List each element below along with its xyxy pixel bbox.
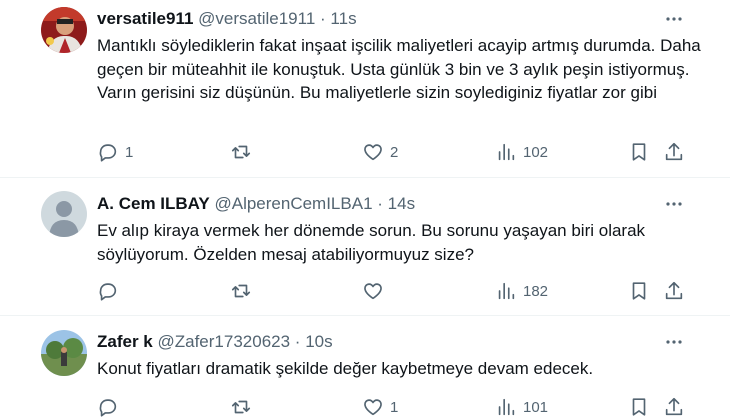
view-count: 101 [523, 398, 549, 416]
reply-tweet[interactable]: Zafer k @Zafer17320623 · 10s Konut fiyat… [0, 316, 730, 420]
share-icon [665, 142, 683, 161]
display-name[interactable]: versatile911 [97, 9, 193, 28]
bookmark-icon [632, 398, 646, 416]
view-count: 102 [523, 143, 549, 161]
user-handle[interactable]: @AlperenCemILBA1 [214, 194, 372, 213]
like-button[interactable]: 2 [362, 140, 398, 164]
reply-button[interactable] [97, 395, 125, 419]
bookmark-button[interactable] [628, 279, 650, 303]
heart-icon [364, 399, 382, 416]
more-options-icon[interactable] [664, 332, 684, 352]
bookmark-button[interactable] [628, 140, 650, 164]
bookmark-button[interactable] [628, 395, 650, 419]
bookmark-icon [632, 143, 646, 161]
avatar[interactable] [41, 330, 87, 376]
share-icon [665, 397, 683, 416]
views-button[interactable]: 101 [495, 395, 548, 419]
reply-count: 1 [125, 143, 134, 161]
heart-icon [364, 144, 382, 161]
timestamp[interactable]: 14s [388, 194, 415, 213]
heart-icon [364, 283, 382, 300]
tweet-text: Mantıklı söylediklerin fakat inşaat işci… [97, 36, 701, 102]
profile-photo-icon [41, 330, 87, 376]
avatar[interactable] [41, 191, 87, 237]
more-options-icon[interactable] [664, 194, 684, 214]
reply-icon [99, 144, 117, 162]
default-profile-icon [41, 191, 87, 237]
separator-dot: · [320, 9, 326, 28]
retweet-icon [231, 400, 251, 414]
retweet-icon [231, 284, 251, 298]
like-count: 1 [390, 398, 399, 416]
views-button[interactable]: 182 [495, 279, 548, 303]
tweet-text: Konut fiyatları dramatik şekilde değer k… [97, 359, 594, 378]
avatar[interactable] [41, 7, 87, 53]
bookmark-icon [632, 282, 646, 300]
separator-dot: · [294, 332, 301, 351]
user-handle[interactable]: @versatile1911 [198, 9, 315, 28]
timestamp[interactable]: 10s [305, 332, 332, 351]
user-handle[interactable]: @Zafer17320623 [157, 332, 290, 351]
share-icon [665, 281, 683, 300]
display-name[interactable]: Zafer k [97, 332, 153, 351]
separator-dot: · [377, 194, 383, 213]
like-button[interactable]: 1 [362, 395, 398, 419]
retweet-button[interactable] [230, 279, 258, 303]
analytics-icon [498, 143, 515, 161]
analytics-icon [498, 398, 515, 416]
share-button[interactable] [663, 279, 685, 303]
profile-photo-icon [41, 7, 87, 53]
reply-icon [99, 283, 117, 301]
retweet-icon [231, 145, 251, 159]
view-count: 182 [523, 282, 549, 300]
retweet-button[interactable] [230, 395, 258, 419]
share-button[interactable] [663, 395, 685, 419]
timestamp[interactable]: 11s [330, 9, 356, 28]
views-button[interactable]: 102 [495, 140, 548, 164]
reply-tweet[interactable]: A. Cem ILBAY @AlperenCemILBA1 · 14s Ev a… [0, 178, 730, 316]
display-name[interactable]: A. Cem ILBAY [97, 194, 210, 213]
reply-tweet[interactable]: versatile911 @versatile1911 · 11s Mantık… [0, 0, 730, 178]
like-button[interactable] [362, 279, 390, 303]
like-count: 2 [390, 143, 399, 161]
share-button[interactable] [663, 140, 685, 164]
reply-button[interactable]: 1 [97, 140, 133, 164]
more-options-icon[interactable] [664, 9, 684, 29]
tweet-text: Ev alıp kiraya vermek her dönemde sorun.… [97, 221, 646, 264]
analytics-icon [498, 282, 515, 300]
reply-icon [99, 399, 117, 417]
reply-button[interactable] [97, 279, 125, 303]
retweet-button[interactable] [230, 140, 258, 164]
